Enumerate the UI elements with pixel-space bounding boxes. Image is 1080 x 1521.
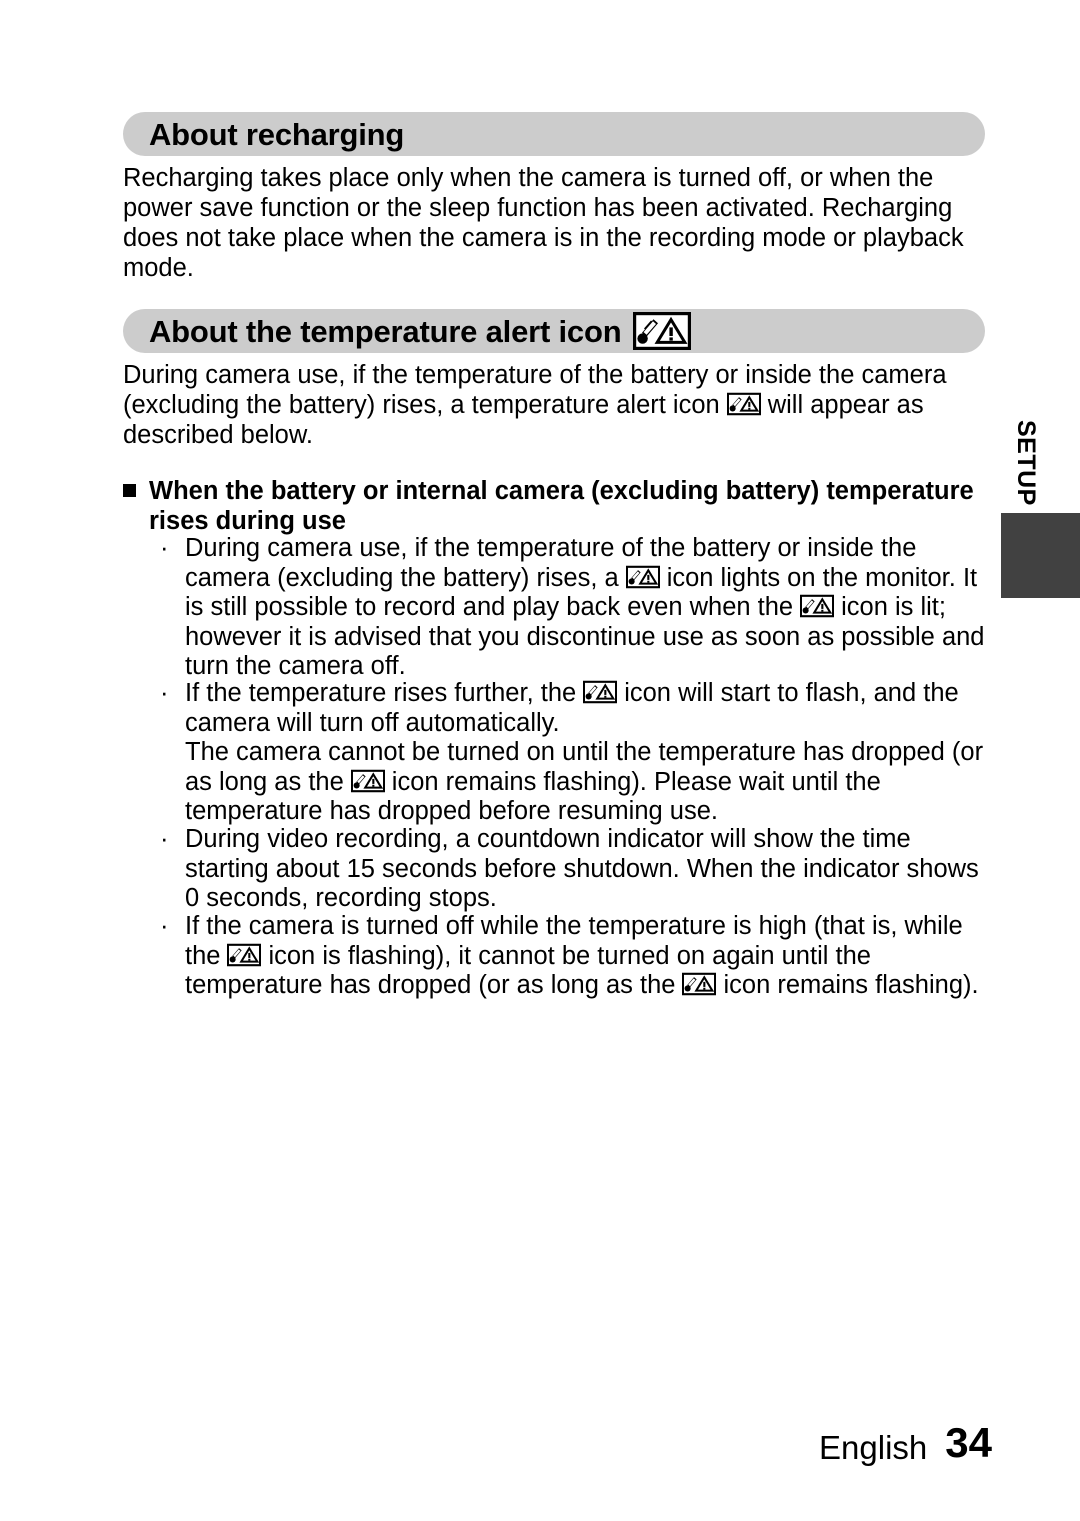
temperature-alert-icon <box>625 564 660 590</box>
list-item: · During video recording, a countdown in… <box>160 825 992 914</box>
temperature-alert-icon <box>682 971 717 997</box>
bullet-dot-icon: · <box>160 534 169 562</box>
temperature-alert-icon <box>726 391 761 417</box>
paragraph-recharging: Recharging takes place only when the cam… <box>123 164 964 282</box>
section-heading-recharging: About recharging <box>123 112 985 156</box>
temperature-alert-icon <box>800 593 835 619</box>
section-heading-temperature-alert: About the temperature alert icon <box>123 309 985 353</box>
subsection-heading-line2: rises during use <box>149 507 346 535</box>
list-item: · If the camera is turned off while the … <box>160 912 992 1001</box>
temperature-alert-icon <box>227 942 262 968</box>
list-item-text: If the camera is turned off while the te… <box>185 912 992 1001</box>
bullet-dot-icon: · <box>160 679 169 707</box>
temperature-alert-icon <box>583 679 618 705</box>
side-tab-marker <box>1001 513 1080 598</box>
side-tab-label: SETUP <box>1012 420 1040 506</box>
section-heading-text: About the temperature alert icon <box>149 313 622 349</box>
subsection-heading-line1: When the battery or internal camera (exc… <box>149 477 974 505</box>
continuation-paragraph: The camera cannot be turned on until the… <box>185 738 992 827</box>
page-footer: English 34 <box>0 1419 1080 1466</box>
bullet-dot-icon: · <box>160 825 169 853</box>
list-item-text-part1: If the temperature rises further, the <box>185 679 577 707</box>
document-page: About recharging Recharging takes place … <box>0 0 1080 1521</box>
temperature-alert-icon <box>350 768 385 794</box>
temperature-alert-icon <box>633 312 692 350</box>
list-item-text: If the temperature rises further, the ic… <box>185 679 992 738</box>
footer-page-number: 34 <box>945 1419 992 1466</box>
square-bullet-icon <box>123 484 136 497</box>
list-item-text-part3: icon remains flashing). <box>723 971 979 999</box>
list-item: · If the temperature rises further, the … <box>160 679 992 738</box>
footer-language: English <box>819 1429 928 1466</box>
section-heading-text: About recharging <box>149 116 405 152</box>
list-item: · During camera use, if the temperature … <box>160 534 992 682</box>
bullet-dot-icon: · <box>160 912 169 940</box>
list-item-text: During camera use, if the temperature of… <box>185 534 992 682</box>
subsection-heading: When the battery or internal camera (exc… <box>123 476 1003 536</box>
paragraph-temperature-intro: During camera use, if the temperature of… <box>123 360 991 450</box>
list-item-text: During video recording, a countdown indi… <box>185 825 979 912</box>
